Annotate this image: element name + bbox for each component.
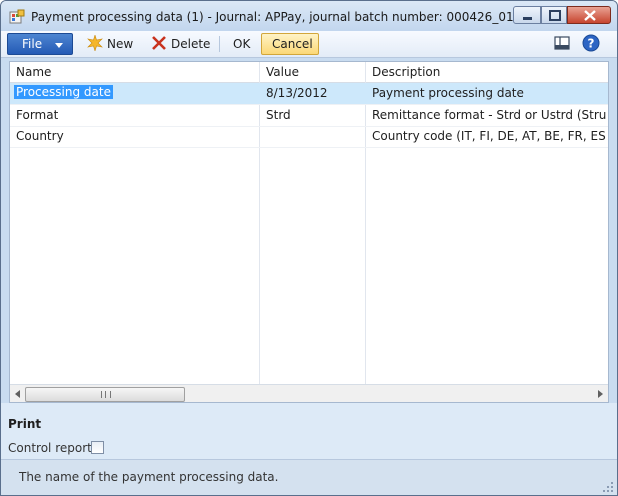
- toolbar-divider: [219, 36, 220, 52]
- cancel-label: Cancel: [272, 37, 313, 51]
- column-header-description[interactable]: Description: [372, 65, 440, 79]
- cancel-button[interactable]: Cancel: [261, 33, 319, 55]
- row-description-cell: Payment processing date: [372, 86, 524, 100]
- row-name-cell[interactable]: Processing date: [14, 85, 113, 99]
- maximize-button[interactable]: [541, 6, 567, 24]
- scroll-left-icon[interactable]: [15, 390, 20, 398]
- table-row[interactable]: Country Country code (IT, FI, DE, AT, BE…: [10, 126, 608, 148]
- row-name-cell[interactable]: Format: [16, 108, 58, 122]
- new-button[interactable]: New: [87, 34, 135, 54]
- layout-icon[interactable]: [554, 35, 570, 54]
- minimize-icon: [523, 17, 532, 20]
- row-value-cell[interactable]: Strd: [266, 108, 291, 122]
- table-row[interactable]: Format Strd Remittance format - Strd or …: [10, 105, 608, 127]
- window-title: Payment processing data (1) - Journal: A…: [31, 10, 522, 24]
- maximize-icon: [549, 10, 561, 21]
- app-icon: [9, 9, 25, 25]
- new-label: New: [107, 37, 134, 51]
- new-star-icon: [87, 35, 103, 51]
- file-menu-label: File: [22, 37, 43, 51]
- dialog-window: Payment processing data (1) - Journal: A…: [0, 0, 618, 496]
- column-header-name[interactable]: Name: [16, 65, 51, 79]
- ok-button[interactable]: OK: [231, 34, 255, 54]
- minimize-button[interactable]: [513, 6, 541, 24]
- print-group: Print Control report:: [1, 403, 617, 461]
- row-description-cell: Remittance format - Strd or Ustrd (Struc…: [372, 108, 606, 122]
- grid-header: Name Value Description: [10, 62, 608, 83]
- scroll-right-icon[interactable]: [598, 390, 603, 398]
- row-value-cell[interactable]: 8/13/2012: [266, 86, 328, 100]
- status-help-text: The name of the payment processing data.: [19, 470, 279, 484]
- status-bar: The name of the payment processing data.: [1, 459, 617, 495]
- svg-text:?: ?: [588, 37, 595, 51]
- table-row[interactable]: Processing date 8/13/2012 Payment proces…: [10, 83, 608, 105]
- horizontal-scrollbar[interactable]: [10, 384, 608, 402]
- action-pane: File New Delete OK Cancel ?: [1, 31, 617, 58]
- delete-button[interactable]: Delete: [151, 34, 211, 54]
- resize-grip-icon[interactable]: [603, 482, 613, 492]
- payment-data-grid: Name Value Description Processing date 8…: [9, 61, 609, 403]
- delete-label: Delete: [171, 37, 211, 51]
- title-bar[interactable]: Payment processing data (1) - Journal: A…: [1, 1, 617, 31]
- row-description-cell: Country code (IT, FI, DE, AT, BE, FR, ES…: [372, 129, 606, 143]
- column-header-value[interactable]: Value: [266, 65, 299, 79]
- print-group-title: Print: [8, 417, 42, 431]
- control-report-checkbox[interactable]: [91, 441, 104, 454]
- row-name-cell[interactable]: Country: [16, 129, 64, 143]
- help-icon[interactable]: ?: [582, 34, 600, 55]
- control-report-label: Control report:: [8, 441, 96, 455]
- grip-icon: [101, 391, 111, 398]
- chevron-down-icon: [55, 43, 63, 48]
- delete-icon: [152, 36, 166, 50]
- file-menu-button[interactable]: File: [7, 33, 73, 55]
- ok-label: OK: [233, 37, 251, 51]
- close-icon: [584, 10, 596, 21]
- close-button[interactable]: [567, 6, 611, 24]
- scrollbar-thumb[interactable]: [25, 387, 185, 402]
